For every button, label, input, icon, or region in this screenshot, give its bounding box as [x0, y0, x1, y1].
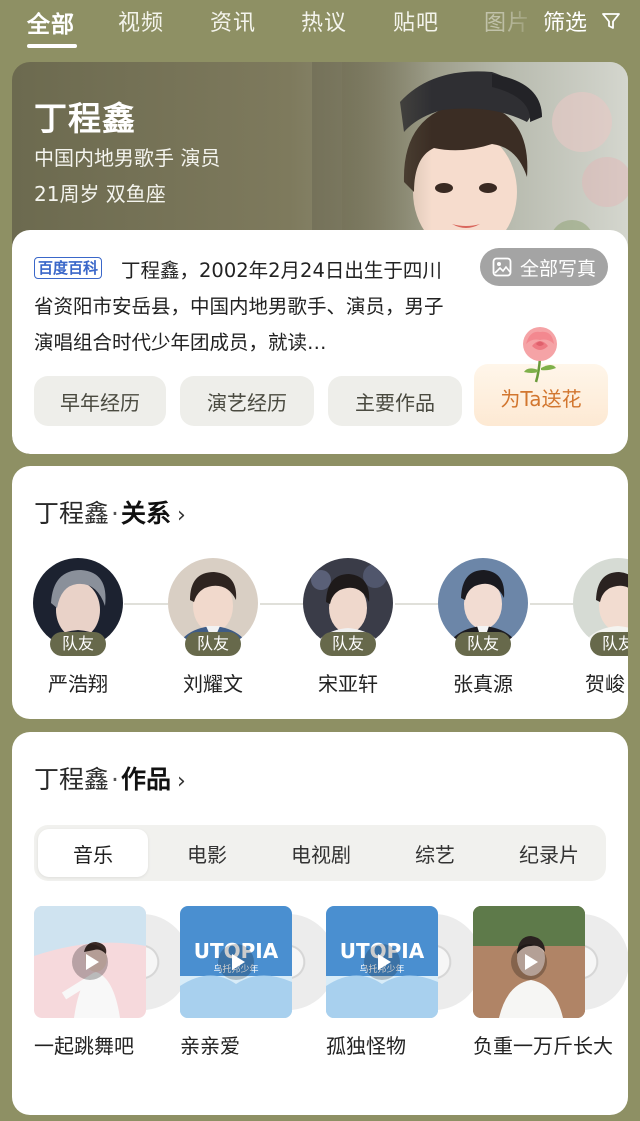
relation-role-badge: 队友 [50, 632, 106, 656]
relation-name: 贺峻 [585, 672, 625, 696]
baike-badge: 百度百科 [34, 257, 103, 279]
relation-name: 张真源 [453, 672, 513, 696]
profile-occupation: 中国内地男歌手 演员 [34, 146, 221, 170]
relation-item[interactable]: 队友 刘耀文 [168, 558, 258, 696]
relations-title-dot: · [111, 499, 119, 528]
filter-icon[interactable] [602, 12, 620, 30]
play-icon[interactable] [72, 944, 108, 980]
tab-variety[interactable]: 综艺 [380, 829, 490, 877]
tab-all[interactable]: 全部 [27, 5, 75, 39]
relation-name: 刘耀文 [183, 672, 243, 696]
tab-music[interactable]: 音乐 [38, 829, 148, 877]
chevron-right-icon: › [176, 769, 186, 794]
relation-connector [124, 603, 168, 605]
work-title: 负重一万斤长大 [473, 1034, 613, 1058]
relation-role-badge: 队友 [590, 632, 628, 656]
tab-documentary[interactable]: 纪录片 [494, 829, 604, 877]
works-title-name: 丁程鑫 [34, 765, 110, 794]
all-photos-label: 全部写真 [520, 257, 597, 280]
section-career-button[interactable]: 演艺经历 [180, 376, 314, 426]
relation-item[interactable]: 队友 宋亚轩 [303, 558, 393, 696]
play-icon[interactable] [511, 944, 547, 980]
works-title-keyword: 作品 [120, 765, 171, 794]
relation-role-badge: 队友 [185, 632, 241, 656]
relation-item[interactable]: 队友 张真源 [438, 558, 528, 696]
relation-role-badge: 队友 [320, 632, 376, 656]
work-title: 孤独怪物 [326, 1034, 406, 1058]
works-title[interactable]: 丁程鑫·作品 › [34, 760, 186, 796]
tab-discussion[interactable]: 热议 [301, 5, 347, 37]
works-category-tabs: 音乐 电影 电视剧 综艺 纪录片 [34, 825, 606, 881]
filter-button[interactable]: 筛选 [543, 5, 587, 37]
relations-title[interactable]: 丁程鑫·关系 › [34, 494, 186, 530]
relation-name: 严浩翔 [48, 672, 108, 696]
work-title: 一起跳舞吧 [34, 1034, 134, 1058]
all-photos-button[interactable]: 全部写真 [480, 248, 608, 286]
top-tab-bar: 全部 视频 资讯 热议 贴吧 图片 筛选 [0, 0, 640, 56]
chevron-right-icon: › [176, 503, 186, 528]
tab-tieba[interactable]: 贴吧 [393, 5, 439, 37]
tab-movies[interactable]: 电影 [152, 829, 262, 877]
rose-icon [523, 327, 557, 383]
section-early-life-button[interactable]: 早年经历 [34, 376, 166, 426]
active-tab-indicator [27, 44, 77, 48]
relation-connector [260, 603, 304, 605]
relation-item[interactable]: 队友 贺峻 [573, 558, 628, 696]
relations-title-keyword: 关系 [120, 499, 171, 528]
tab-tv-series[interactable]: 电视剧 [266, 829, 376, 877]
play-icon[interactable] [218, 944, 254, 980]
profile-age-sign: 21周岁 双鱼座 [34, 182, 166, 206]
image-icon [492, 257, 512, 277]
profile-name: 丁程鑫 [34, 99, 136, 138]
work-title: 亲亲爱 [180, 1034, 240, 1058]
relation-name: 宋亚轩 [318, 672, 378, 696]
relation-connector [530, 603, 574, 605]
works-card: 丁程鑫·作品› 音乐 电影 电视剧 综艺 纪录片 一起跳舞吧 UTOPIA乌托邦… [12, 732, 628, 1115]
relation-role-badge: 队友 [455, 632, 511, 656]
tab-video[interactable]: 视频 [118, 5, 164, 37]
relation-item[interactable]: 队友 严浩翔 [33, 558, 123, 696]
profile-card: 丁程鑫 中国内地男歌手 演员 21周岁 双鱼座 全部写真 丁程鑫，2002年2月… [12, 62, 628, 454]
section-works-button[interactable]: 主要作品 [328, 376, 462, 426]
works-title-dot: · [111, 765, 119, 794]
relations-title-name: 丁程鑫 [34, 499, 110, 528]
tab-news[interactable]: 资讯 [210, 5, 256, 37]
relation-connector [395, 603, 439, 605]
play-icon[interactable] [364, 944, 400, 980]
relations-card: 丁程鑫·关系 › 队友 严浩翔 队友 刘耀文 队友 宋亚轩 队友 张真源 队友 … [12, 466, 628, 719]
